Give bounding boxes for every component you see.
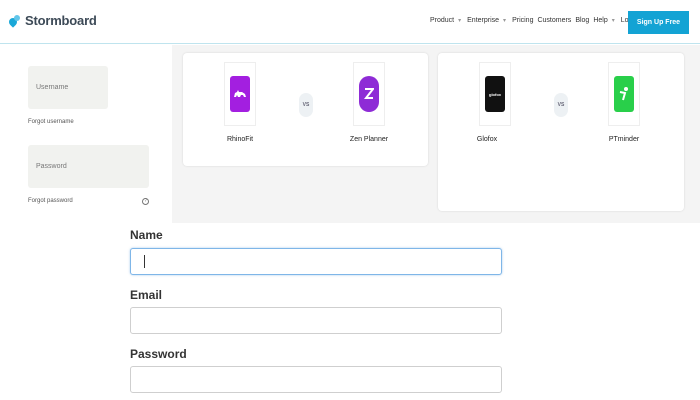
nav-pricing[interactable]: Pricing [512,17,533,24]
email-label: Email [130,288,163,302]
forgot-username-link[interactable]: Forgot username [28,119,74,125]
chevron-down-icon: ▾ [611,18,615,24]
sign-up-button[interactable]: Sign Up Free [628,11,689,34]
brand-name: Stormboard [25,13,97,28]
email-input[interactable] [130,307,502,334]
app-logo-frame [353,62,385,126]
app-logo-frame [608,62,640,126]
vs-badge: VS [299,93,313,117]
help-icon[interactable]: ? [142,198,149,205]
chevron-down-icon: ▾ [458,18,462,24]
main-nav: Product ▾ Enterprise ▾ Pricing Customers B… [430,17,651,24]
comparison-card[interactable]: glofox VS Glofox PTminder [438,53,684,211]
password-input[interactable] [130,366,502,393]
chevron-down-icon: ▾ [503,18,507,24]
username-placeholder: Username [36,84,69,91]
nav-enterprise[interactable]: Enterprise [467,17,499,24]
name-input[interactable] [130,248,502,275]
app-name: RhinoFit [226,136,254,143]
username-field[interactable]: Username [28,66,108,109]
password-label: Password [130,347,187,361]
text-cursor [144,255,145,268]
nav-customers[interactable]: Customers [537,17,571,24]
nav-blog[interactable]: Blog [575,17,589,24]
zen-planner-icon [359,76,379,112]
site-header: Stormboard Product ▾ Enterprise ▾ Pricing … [0,0,700,44]
ptminder-icon [614,76,634,112]
password-placeholder: Password [36,163,67,170]
forgot-password-link[interactable]: Forgot password [28,198,73,204]
app-name: Glofox [476,136,498,143]
app-logo-frame [224,62,256,126]
glofox-icon: glofox [485,76,505,112]
nav-product[interactable]: Product [430,17,454,24]
app-logo-frame: glofox [479,62,511,126]
stormboard-logo-icon [9,14,22,27]
app-name: PTminder [608,136,640,143]
app-name: Zen Planner [349,136,389,143]
vs-badge: VS [554,93,568,117]
comparison-card[interactable]: VS RhinoFit Zen Planner [183,53,428,166]
nav-help[interactable]: Help [593,17,607,24]
name-label: Name [130,228,163,242]
password-field[interactable]: Password [28,145,149,188]
rhino-icon [230,76,250,112]
brand-logo[interactable]: Stormboard [9,13,97,28]
